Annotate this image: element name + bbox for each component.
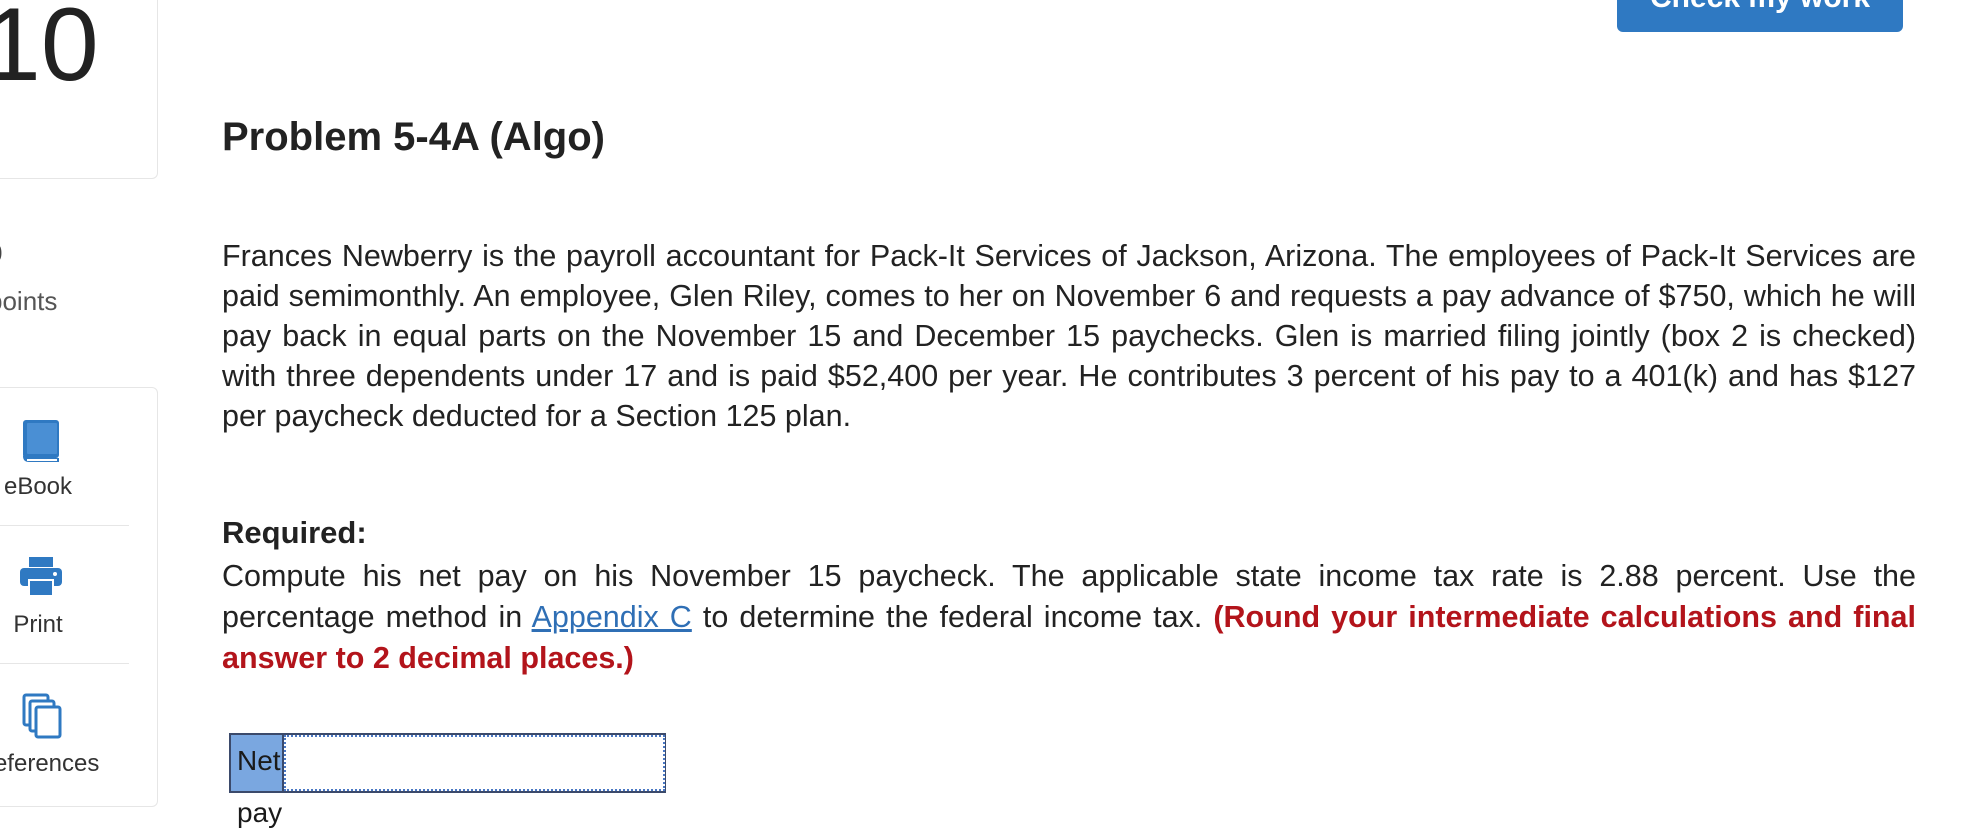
answer-table: Net pay: [229, 733, 666, 828]
appendix-c-link[interactable]: Appendix C: [532, 600, 692, 634]
question-number: 10: [0, 0, 99, 103]
problem-title: Problem 5-4A (Algo): [222, 115, 605, 159]
points-label: points: [0, 286, 58, 316]
instruction-text-end: to determine the federal income tax.: [691, 600, 1214, 634]
tools-panel: eBook Print References: [0, 387, 158, 807]
ebook-label: eBook: [3, 473, 73, 500]
printer-icon: [18, 554, 64, 600]
problem-description: Frances Newberry is the payroll accounta…: [222, 239, 1916, 433]
references-button[interactable]: References: [0, 664, 129, 802]
points-value: 0: [0, 238, 2, 269]
ebook-button[interactable]: eBook: [0, 388, 129, 526]
question-number-card: 10: [0, 0, 158, 179]
check-my-work-button[interactable]: Check my work: [1617, 0, 1903, 32]
net-pay-label: Net pay: [231, 735, 285, 828]
book-icon: [18, 418, 64, 464]
print-label: Print: [13, 611, 63, 638]
net-pay-input[interactable]: [284, 735, 666, 791]
references-label: References: [0, 750, 100, 777]
required-label: Required:: [222, 515, 367, 550]
instruction-text: Compute his net pay on his November 15 p…: [222, 556, 1916, 679]
print-button[interactable]: Print: [0, 526, 129, 664]
documents-icon: [18, 692, 64, 739]
